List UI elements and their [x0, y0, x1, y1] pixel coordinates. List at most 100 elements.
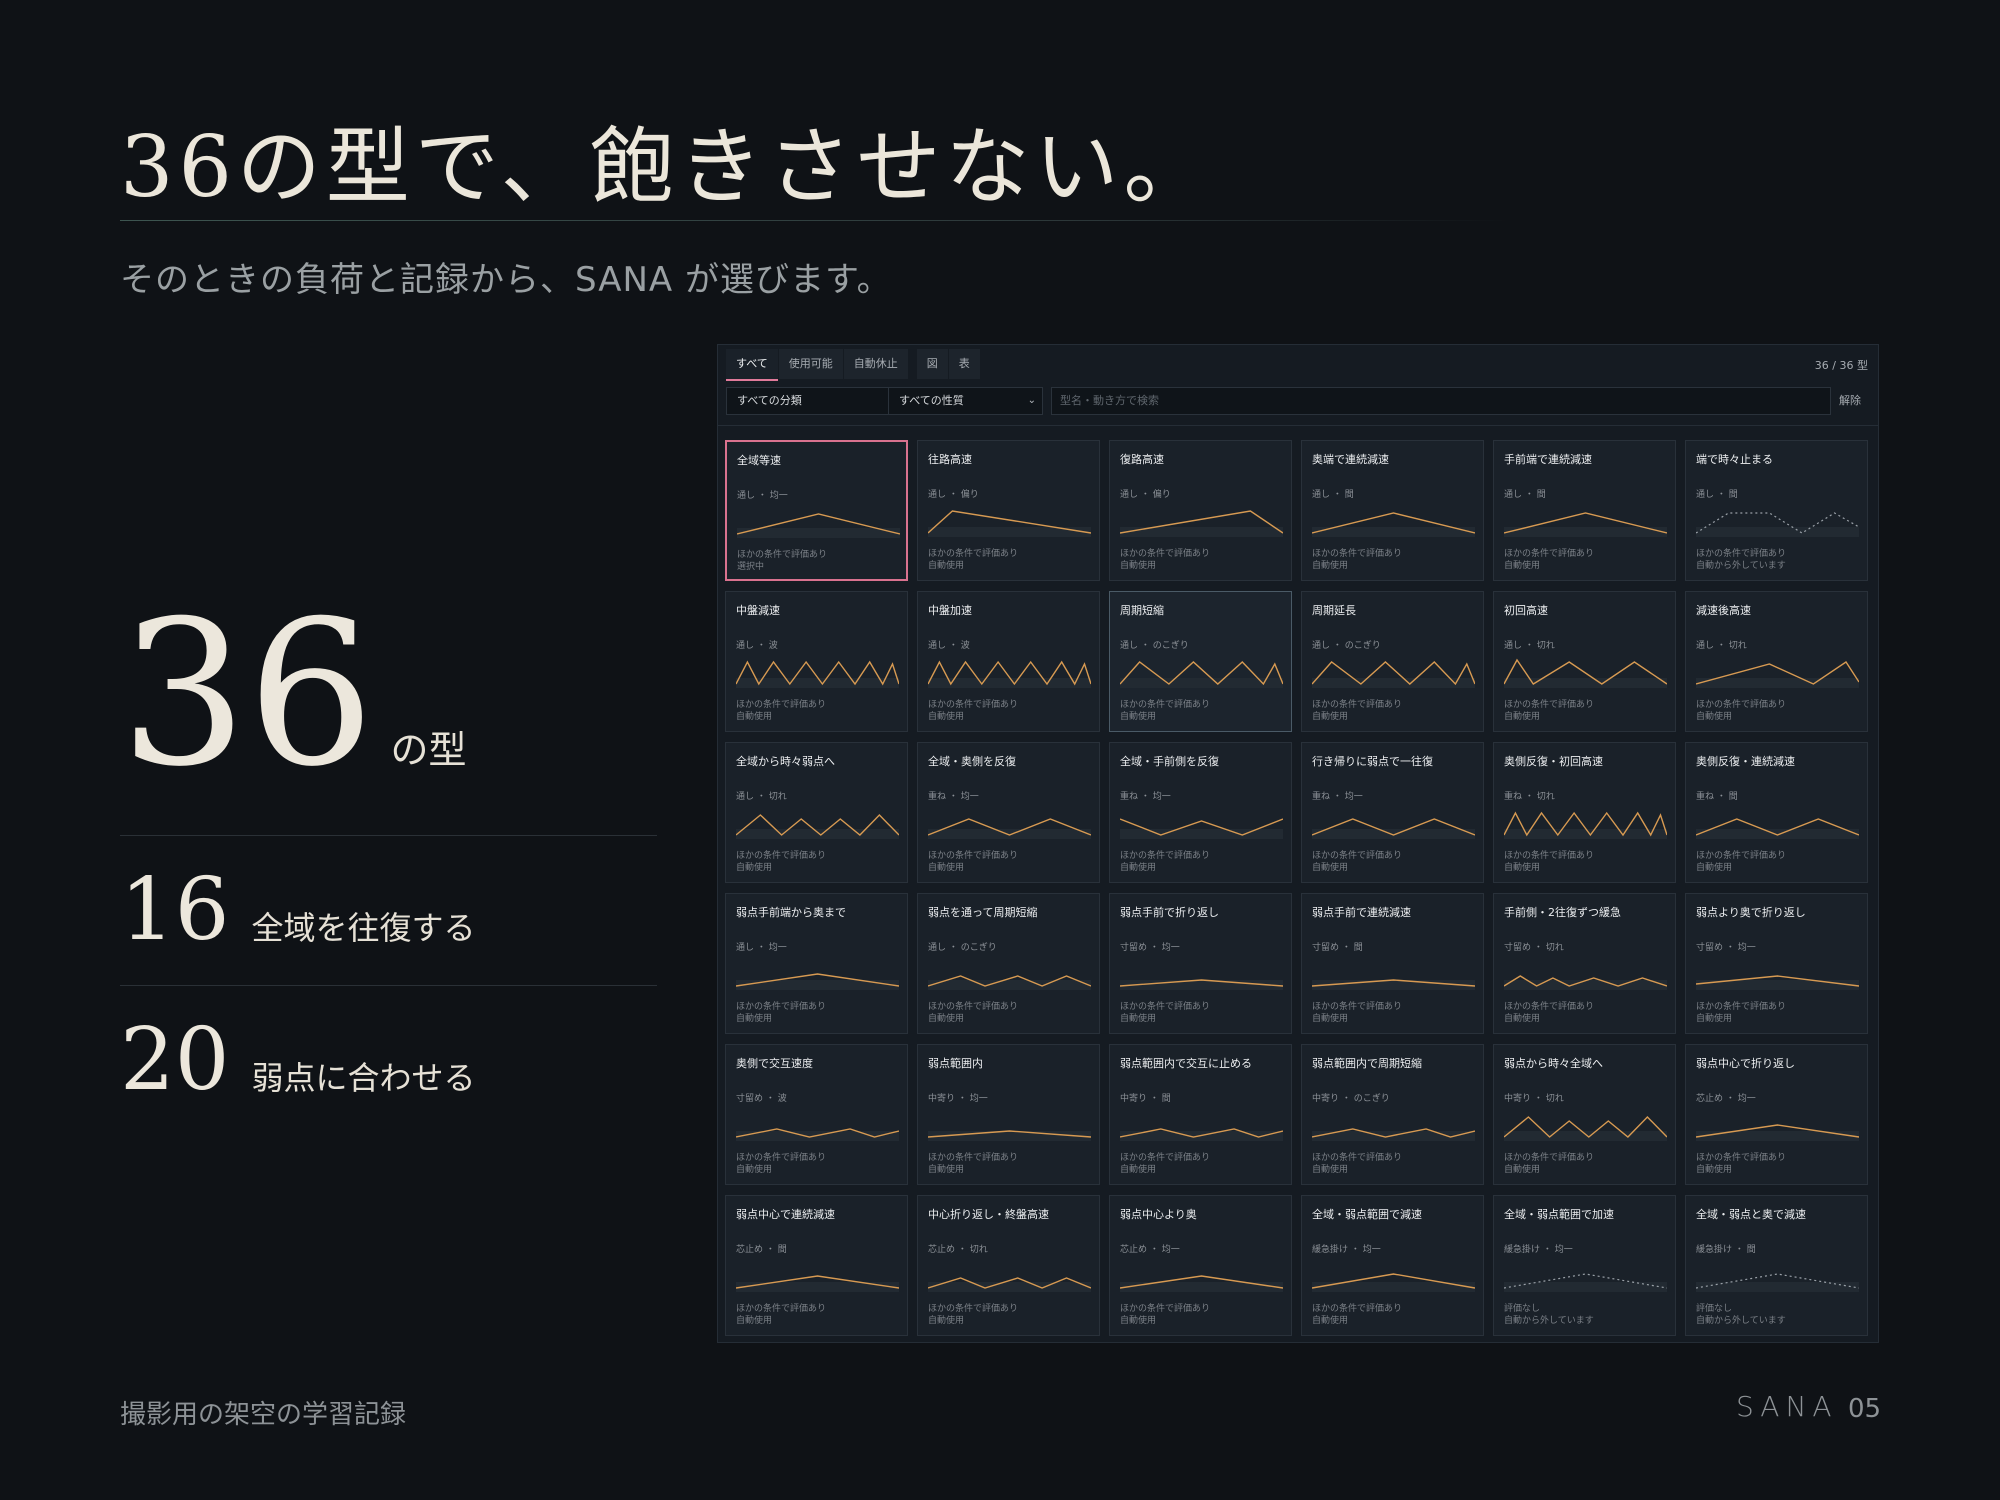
pattern-status: 自動使用: [1120, 1165, 1157, 1175]
pattern-title: 中盤減速: [736, 604, 780, 617]
pattern-subtitle: 芯止め ・ 間: [736, 1245, 787, 1255]
pattern-card[interactable]: 復路高速 通し ・ 偏り ほかの条件で評価あり 自動使用: [1109, 440, 1292, 581]
pattern-card[interactable]: 全域等速 通し ・ 均一 ほかの条件で評価あり 選択中: [725, 440, 908, 581]
pattern-wave-icon: [1504, 658, 1667, 688]
search-input[interactable]: 型名・動き方で検索: [1051, 387, 1831, 415]
pattern-title: 手前端で連続減速: [1504, 453, 1592, 466]
pattern-card[interactable]: 周期短縮 通し ・ のこぎり ほかの条件で評価あり 自動使用: [1109, 591, 1292, 732]
pattern-wave-icon: [1504, 975, 1667, 990]
pattern-card[interactable]: 端で時々止まる 通し ・ 間ほかの条件で評価あり 自動から外しています: [1685, 440, 1868, 581]
pattern-wave-icon: [1120, 1128, 1283, 1141]
pattern-subtitle: 緩急掛け ・ 均一: [1504, 1245, 1573, 1255]
pattern-card[interactable]: 弱点より奥で折り返し 寸留め ・ 均一 ほかの条件で評価あり 自動使用: [1685, 893, 1868, 1034]
tab-available[interactable]: 使用可能: [778, 349, 843, 379]
pattern-card[interactable]: 奥端で連続減速 通し ・ 間ほかの条件で評価あり 自動使用: [1301, 440, 1484, 581]
property-select-value: すべての性質: [899, 394, 964, 407]
wave-band: [928, 1282, 1091, 1292]
pattern-card[interactable]: 手前端で連続減速 通し ・ 間ほかの条件で評価あり 自動使用: [1493, 440, 1676, 581]
pattern-subtitle: 通し ・ 切れ: [1696, 641, 1747, 651]
wave-band: [1312, 829, 1475, 839]
pattern-wave-icon: [928, 1277, 1091, 1292]
pattern-title: 奥側で交互速度: [736, 1057, 813, 1070]
pattern-card[interactable]: 中盤加速 通し ・ 波ほかの条件で評価あり 自動使用: [917, 591, 1100, 732]
pattern-card[interactable]: 奥側反復・初回高速 重ね ・ 切れ ほかの条件で評価あり 自動使用: [1493, 742, 1676, 883]
pattern-wave-icon: [1312, 661, 1475, 688]
wave-band: [928, 1131, 1091, 1141]
pattern-subtitle: 通し ・ 偏り: [928, 490, 979, 500]
stat-weak-label: 弱点に合わせる: [251, 1059, 476, 1097]
pattern-card[interactable]: 全域から時々弱点へ 通し ・ 切れ ほかの条件で評価あり 自動使用: [725, 742, 908, 883]
pattern-title: 復路高速: [1120, 453, 1164, 466]
pattern-subtitle: 寸留め ・ 波: [736, 1094, 787, 1104]
pattern-wave-icon: [1504, 512, 1667, 537]
pattern-title: 弱点中心で連続減速: [736, 1208, 835, 1221]
pattern-card[interactable]: 弱点を通って周期短縮 通し ・ のこぎり ほかの条件で評価あり 自動使用: [917, 893, 1100, 1034]
pattern-subtitle: 緩急掛け ・ 均一: [1312, 1245, 1381, 1255]
pattern-status: 自動使用: [1312, 712, 1349, 722]
pattern-status: 自動使用: [928, 561, 965, 571]
pattern-card[interactable]: 周期延長 通し ・ のこぎり ほかの条件で評価あり 自動使用: [1301, 591, 1484, 732]
wave-band: [928, 829, 1091, 839]
pattern-subtitle: 中寄り ・ 切れ: [1504, 1094, 1564, 1104]
pattern-status: 自動から外しています: [1504, 1316, 1594, 1326]
wave-band: [1312, 527, 1475, 537]
wave-band: [1504, 1131, 1667, 1141]
clear-button[interactable]: 解除: [1830, 387, 1870, 415]
pattern-card[interactable]: 弱点範囲内で周期短縮 中寄り ・ のこぎり ほかの条件で評価あり 自動使用: [1301, 1044, 1484, 1185]
pattern-status: 自動使用: [1312, 863, 1349, 873]
view-tab-chart[interactable]: 図: [916, 349, 948, 379]
pattern-card[interactable]: 奥側反復・連続減速 重ね ・ 間ほかの条件で評価あり 自動使用: [1685, 742, 1868, 883]
tab-all[interactable]: すべて: [726, 349, 778, 381]
pattern-card[interactable]: 手前側・2往復ずつ緩急 寸留め ・ 切れ ほかの条件で評価あり 自動使用: [1493, 893, 1676, 1034]
pattern-card[interactable]: 弱点手前で連続減速 寸留め ・ 間ほかの条件で評価あり 自動使用: [1301, 893, 1484, 1034]
wave-band: [1696, 1131, 1859, 1141]
pattern-card[interactable]: 弱点手前で折り返し 寸留め ・ 均一 ほかの条件で評価あり 自動使用: [1109, 893, 1292, 1034]
pattern-card[interactable]: 弱点範囲内で交互に止める 中寄り ・ 間ほかの条件で評価あり 自動使用: [1109, 1044, 1292, 1185]
pattern-card[interactable]: 初回高速 通し ・ 切れ ほかの条件で評価あり 自動使用: [1493, 591, 1676, 732]
pattern-card[interactable]: 弱点範囲内 中寄り ・ 均一 ほかの条件で評価あり 自動使用: [917, 1044, 1100, 1185]
pattern-card[interactable]: 減速後高速 通し ・ 切れ ほかの条件で評価あり 自動使用: [1685, 591, 1868, 732]
pattern-card[interactable]: 全域・弱点範囲で減速 緩急掛け ・ 均一 ほかの条件で評価あり 自動使用: [1301, 1195, 1484, 1336]
view-tab-table[interactable]: 表: [948, 349, 980, 379]
pattern-status: 自動使用: [1120, 712, 1157, 722]
pattern-card[interactable]: 中心折り返し・終盤高速 芯止め ・ 切れ ほかの条件で評価あり 自動使用: [917, 1195, 1100, 1336]
property-select[interactable]: すべての性質 ⌄: [888, 387, 1043, 415]
pattern-card[interactable]: 全域・奥側を反復 重ね ・ 均一 ほかの条件で評価あり 自動使用: [917, 742, 1100, 883]
pattern-card[interactable]: 全域・手前側を反復 重ね ・ 均一 ほかの条件で評価あり 自動使用: [1109, 742, 1292, 883]
pattern-card[interactable]: 全域・弱点範囲で加速 緩急掛け ・ 均一 評価なし 自動から外しています: [1493, 1195, 1676, 1336]
pattern-title: 弱点手前で連続減速: [1312, 906, 1411, 919]
pattern-wave-icon: [736, 973, 899, 990]
pattern-status: 自動使用: [1312, 1316, 1349, 1326]
pattern-card[interactable]: 弱点から時々全域へ 中寄り ・ 切れ ほかの条件で評価あり 自動使用: [1493, 1044, 1676, 1185]
pattern-card[interactable]: 行き帰りに弱点で一往復 重ね ・ 均一 ほかの条件で評価あり 自動使用: [1301, 742, 1484, 883]
pattern-status: 自動から外しています: [1696, 1316, 1786, 1326]
pattern-wave-icon: [1696, 661, 1859, 688]
pattern-wave-icon: [736, 1275, 899, 1292]
headline: 36の型で、飽きさせない。: [120, 118, 1213, 216]
pattern-card[interactable]: 弱点中心より奥 芯止め ・ 均一 ほかの条件で評価あり 自動使用: [1109, 1195, 1292, 1336]
pattern-subtitle: 通し ・ 均一: [736, 943, 787, 953]
pattern-wave-icon: [1504, 1273, 1667, 1292]
pattern-card[interactable]: 奥側で交互速度 寸留め ・ 波ほかの条件で評価あり 自動使用: [725, 1044, 908, 1185]
pattern-card[interactable]: 中盤減速 通し ・ 波ほかの条件で評価あり 自動使用: [725, 591, 908, 732]
pattern-status: 自動使用: [736, 1316, 773, 1326]
pattern-card[interactable]: 全域・弱点と奥で減速 緩急掛け ・ 間評価なし 自動から外しています: [1685, 1195, 1868, 1336]
pattern-card[interactable]: 往路高速 通し ・ 偏り ほかの条件で評価あり 自動使用: [917, 440, 1100, 581]
pattern-card[interactable]: 弱点中心で折り返し 芯止め ・ 均一 ほかの条件で評価あり 自動使用: [1685, 1044, 1868, 1185]
tab-auto-paused[interactable]: 自動休止: [843, 349, 908, 379]
pattern-subtitle: 芯止め ・ 均一: [1120, 1245, 1180, 1255]
pattern-title: 手前側・2往復ずつ緩急: [1504, 906, 1621, 919]
pattern-card[interactable]: 弱点手前端から奥まで 通し ・ 均一 ほかの条件で評価あり 自動使用: [725, 893, 908, 1034]
subheadline: そのときの負荷と記録から、SANA が選びます。: [120, 260, 892, 300]
pattern-subtitle: 中寄り ・ のこぎり: [1312, 1094, 1390, 1104]
pattern-title: 弱点を通って周期短縮: [928, 906, 1038, 919]
pattern-status: 自動使用: [1504, 561, 1541, 571]
pattern-subtitle: 重ね ・ 均一: [928, 792, 979, 802]
pattern-subtitle: 通し ・ 間: [1504, 490, 1546, 500]
pattern-wave-icon: [1120, 979, 1283, 990]
pattern-subtitle: 寸留め ・ 均一: [1696, 943, 1756, 953]
pattern-status: 自動使用: [1312, 561, 1349, 571]
pattern-status: 自動使用: [1696, 712, 1733, 722]
pattern-card[interactable]: 弱点中心で連続減速 芯止め ・ 間ほかの条件で評価あり 自動使用: [725, 1195, 908, 1336]
wave-band: [1696, 829, 1859, 839]
